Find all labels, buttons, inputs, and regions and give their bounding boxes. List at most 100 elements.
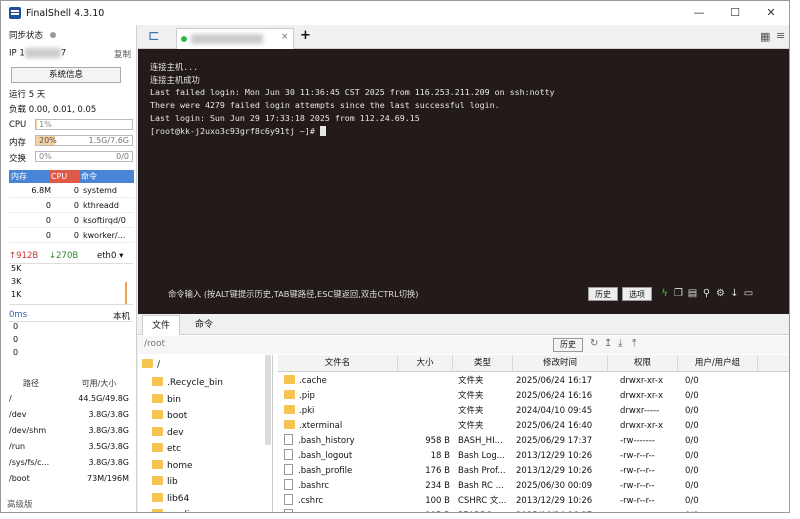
- status-panel: 同步状态 IP 1 7 复制 系统信息 运行 5 天 负载 0.00, 0.01,…: [1, 25, 137, 512]
- disk-row[interactable]: /sys/fs/c... 3.8G/3.8G: [9, 455, 134, 471]
- process-row[interactable]: 0 0 kthreadd: [9, 198, 134, 213]
- tree-item[interactable]: etc: [152, 441, 181, 457]
- upload-icon[interactable]: ⤒: [632, 338, 636, 349]
- disk-row[interactable]: /run 3.5G/3.8G: [9, 439, 134, 455]
- close-tab-icon[interactable]: ×: [281, 32, 289, 42]
- proc-mem: 0: [45, 201, 51, 210]
- disk-row[interactable]: /dev/shm 3.8G/3.8G: [9, 423, 134, 439]
- file-row[interactable]: .pip 文件夹 2025/06/24 16:16 drwxr-xr-x 0/0: [278, 389, 789, 404]
- col-filename[interactable]: 文件名: [278, 355, 398, 372]
- col-owner[interactable]: 用户/用户组: [678, 355, 758, 372]
- folder-icon: [152, 459, 163, 469]
- col-size[interactable]: 大小: [398, 355, 453, 372]
- up-dir-icon[interactable]: ↥: [604, 338, 612, 349]
- disk-size: 3.5G/3.8G: [88, 442, 129, 451]
- terminal[interactable]: 连接主机... 连接主机成功 Last failed login: Mon Ju…: [138, 49, 789, 314]
- file-row[interactable]: .bash_profile 176 B Bash Prof... 2013/12/29…: [278, 464, 789, 479]
- download-icon[interactable]: ⤓: [618, 338, 622, 349]
- file-row[interactable]: .cshrc 100 B CSHRC 文... 2013/12/29 10:26 -rw…: [278, 494, 789, 509]
- file-size: 195 B: [398, 509, 450, 512]
- file-name-cell: .pearrc: [278, 509, 398, 512]
- folder-icon: [284, 405, 295, 414]
- tree-item[interactable]: dev: [152, 425, 184, 441]
- disk-row[interactable]: / 44.5G/49.8G: [9, 391, 134, 407]
- process-row[interactable]: 0 0 ksoftirqd/0: [9, 213, 134, 228]
- col-type[interactable]: 类型: [453, 355, 513, 372]
- search-icon[interactable]: ⚲: [701, 287, 712, 300]
- terminal-history-button[interactable]: 历史: [588, 287, 618, 301]
- tree-item[interactable]: boot: [152, 408, 187, 424]
- window-icon[interactable]: ▭: [743, 287, 754, 300]
- advanced-edition-link[interactable]: 高级版: [7, 498, 33, 510]
- terminal-line: 连接主机...: [150, 62, 199, 72]
- folder-icon: [152, 393, 163, 403]
- swap-label: 交换: [9, 154, 27, 164]
- disk-row[interactable]: /boot 73M/196M: [9, 471, 134, 487]
- file-row[interactable]: .bashrc 234 B Bash RC ... 2025/06/30 00:09 -…: [278, 479, 789, 494]
- tree-scrollbar[interactable]: [265, 355, 271, 445]
- tree-label: lib: [167, 477, 178, 487]
- tree-item[interactable]: media: [152, 507, 195, 512]
- minimize-button[interactable]: —: [681, 1, 717, 25]
- prompt-text: [root@kk-j2uxo3c93grf8c6y91tj ~]#: [150, 126, 320, 136]
- file-icon: [284, 509, 293, 512]
- folder-open-icon[interactable]: ⊏: [148, 28, 160, 44]
- refresh-icon[interactable]: ↻: [590, 338, 598, 349]
- tree-root[interactable]: /: [142, 357, 160, 373]
- col-permission[interactable]: 权限: [608, 355, 678, 372]
- tree-label: etc: [167, 444, 182, 454]
- file-row[interactable]: .bash_history 958 B BASH_HI... 2025/06/29 1…: [278, 434, 789, 449]
- menu-icon[interactable]: ≡: [776, 29, 785, 42]
- net-iface-select[interactable]: eth0 ▾: [97, 251, 123, 261]
- tree-label: media: [167, 510, 195, 512]
- close-button[interactable]: ✕: [753, 1, 789, 25]
- lightning-icon[interactable]: ϟ: [659, 287, 670, 300]
- file-row[interactable]: .bash_logout 18 B Bash Log... 2013/12/29 10…: [278, 449, 789, 464]
- col-cpu[interactable]: CPU: [49, 170, 79, 183]
- grid-view-icon[interactable]: ▦: [760, 30, 770, 43]
- tree-item[interactable]: home: [152, 458, 193, 474]
- file-owner: 0/0: [685, 496, 699, 506]
- file-row[interactable]: .xterminal 文件夹 2025/06/24 16:40 drwxr-xr-x 0…: [278, 419, 789, 434]
- arrow-down-icon[interactable]: ↓: [729, 287, 740, 300]
- copy-ip-link[interactable]: 复制: [114, 48, 131, 60]
- copy-icon[interactable]: ❐: [673, 287, 684, 300]
- path-bar: /root 历史 ↻ ↥ ⤓ ⤒: [138, 336, 789, 354]
- tree-item[interactable]: bin: [152, 392, 181, 408]
- file-row[interactable]: .pki 文件夹 2024/04/10 09:45 drwxr----- 0/0: [278, 404, 789, 419]
- col-mtime[interactable]: 修改时间: [513, 355, 608, 372]
- col-mem[interactable]: 内存: [9, 170, 49, 183]
- file-row[interactable]: .pearrc 195 B PEARRC ...2025/06/24 16:27 -r…: [278, 509, 789, 512]
- tab-files[interactable]: 文件: [142, 315, 180, 335]
- file-row[interactable]: .cache 文件夹 2025/06/24 16:17 drwxr-xr-x 0/0: [278, 374, 789, 389]
- process-row[interactable]: 6.8M 0 systemd: [9, 183, 134, 198]
- terminal-options-button[interactable]: 选项: [622, 287, 652, 301]
- tree-item[interactable]: lib64: [152, 491, 189, 507]
- file-perm: -rw-------: [620, 436, 655, 446]
- path-input[interactable]: /root: [144, 339, 165, 349]
- disk-size: 3.8G/3.8G: [88, 426, 129, 435]
- connected-dot-icon: [181, 36, 187, 42]
- add-tab-icon[interactable]: +: [300, 28, 311, 43]
- command-input[interactable]: 命令输入 (按ALT键提示历史,TAB键路径,ESC键返回,双击CTRL切换): [168, 288, 419, 300]
- col-path[interactable]: 路径: [9, 377, 69, 391]
- disk-path: /sys/fs/c...: [9, 458, 50, 467]
- gear-icon[interactable]: ⚙: [715, 287, 726, 300]
- col-command[interactable]: 命令: [79, 170, 134, 183]
- tree-item[interactable]: lib: [152, 474, 178, 490]
- file-name-cell: .pip: [278, 389, 398, 404]
- tab-commands[interactable]: 命令: [184, 315, 224, 335]
- swap-bar: 0% 0/0: [35, 151, 133, 162]
- system-info-button[interactable]: 系统信息: [11, 67, 121, 83]
- file-mtime: 2025/06/29 17:37: [516, 436, 593, 446]
- col-size[interactable]: 可用/大小: [69, 377, 129, 391]
- path-history-button[interactable]: 历史: [553, 338, 583, 352]
- session-tab[interactable]: ×: [176, 28, 294, 49]
- disk-row[interactable]: /dev 3.8G/3.8G: [9, 407, 134, 423]
- tree-item[interactable]: .Recycle_bin: [152, 375, 223, 391]
- file-name: .pearrc: [298, 511, 328, 512]
- paste-icon[interactable]: ▤: [687, 287, 698, 300]
- file-mtime: 2024/04/10 09:45: [516, 406, 593, 416]
- maximize-button[interactable]: ☐: [717, 1, 753, 25]
- process-row[interactable]: 0 0 kworker/...: [9, 228, 134, 243]
